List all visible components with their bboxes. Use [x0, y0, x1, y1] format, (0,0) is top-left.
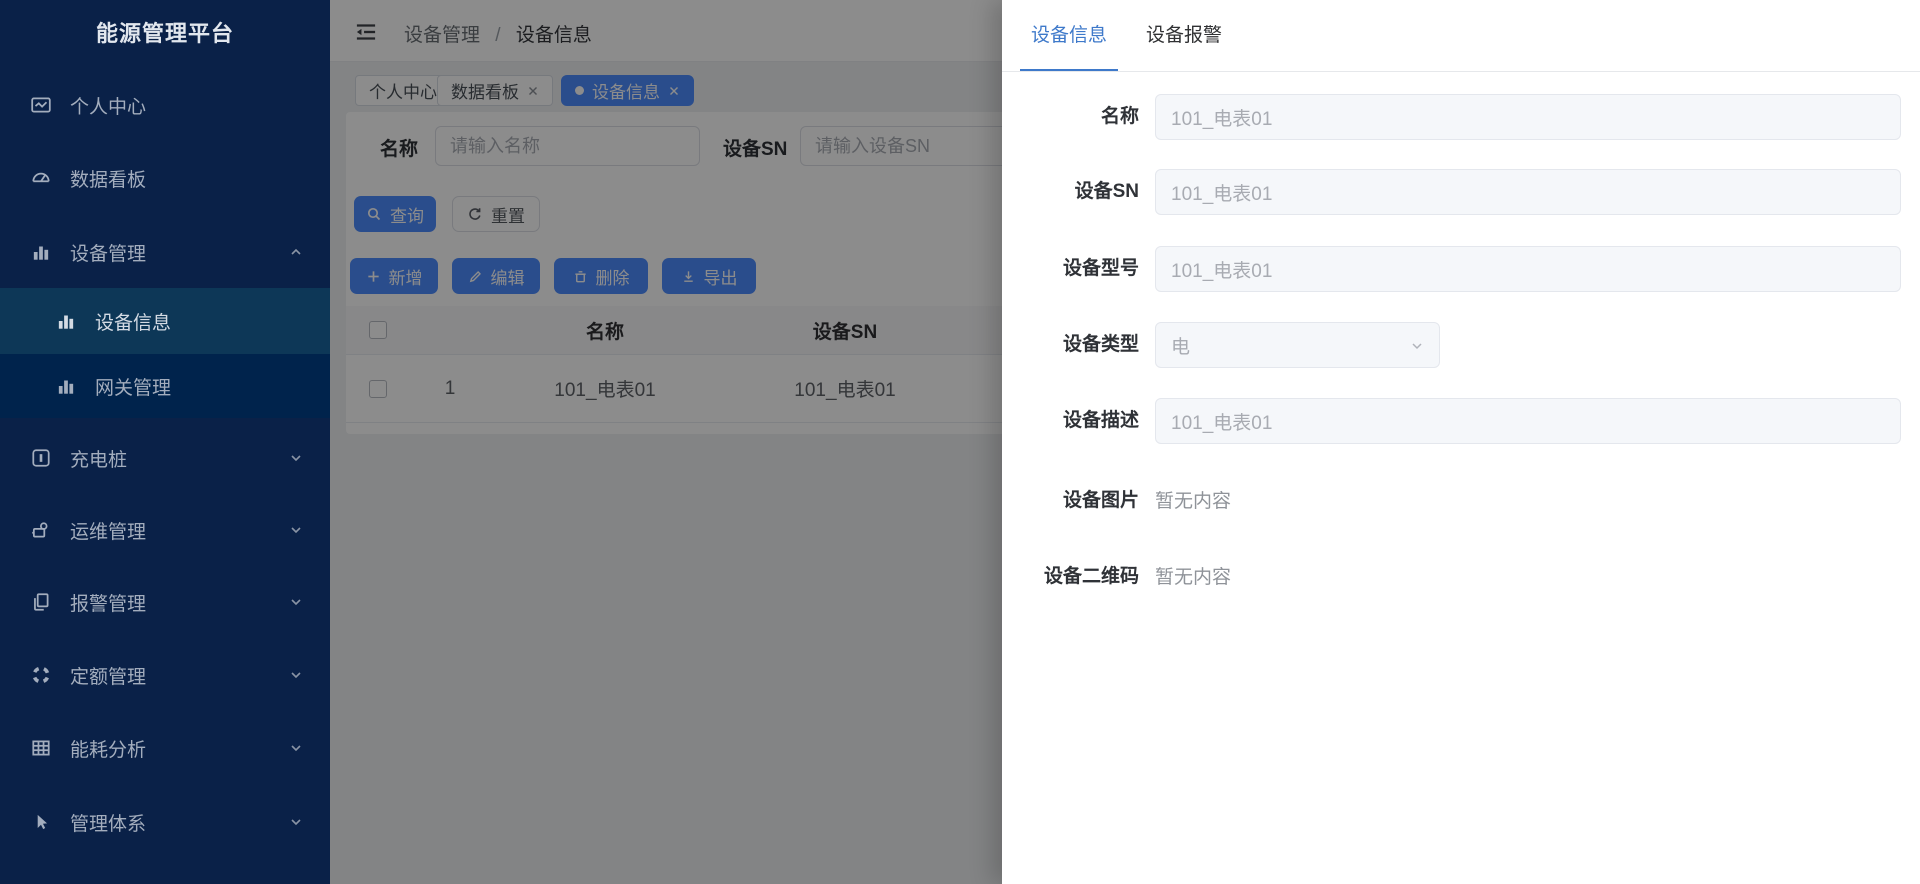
- image-empty-text: 暂无内容: [1155, 491, 1232, 512]
- sidebar-item-energy-analysis[interactable]: 能耗分析: [0, 720, 330, 776]
- drawer-tabs: 设备信息 设备报警: [1002, 0, 1920, 72]
- field-label-description: 设备描述: [1062, 410, 1139, 431]
- sidebar-item-label: 能耗分析: [70, 739, 147, 761]
- sidebar-item-ops-management[interactable]: 运维管理: [0, 502, 330, 558]
- sidebar-item-label: 数据看板: [70, 169, 147, 191]
- sidebar: 能源管理平台 个人中心 数据看板 设备管理 设备信息 网关管理 充电桩 运维管理…: [0, 0, 330, 884]
- ops-icon: [30, 519, 52, 541]
- name-field: [1155, 94, 1901, 140]
- type-select-value: 电: [1171, 336, 1191, 358]
- sidebar-item-label: 定额管理: [70, 666, 147, 688]
- sidebar-item-label: 报警管理: [70, 593, 147, 615]
- bar-chart-icon: [55, 310, 77, 332]
- field-label-sn: 设备SN: [1074, 181, 1139, 202]
- description-field: [1155, 398, 1901, 444]
- sidebar-item-gateway-management[interactable]: 网关管理: [0, 354, 330, 418]
- tab-device-alarm[interactable]: 设备报警: [1135, 0, 1233, 71]
- field-label-model: 设备型号: [1062, 258, 1139, 279]
- bar-chart-icon: [30, 241, 52, 263]
- sidebar-item-management-system[interactable]: 管理体系: [0, 794, 330, 850]
- sidebar-item-device-info[interactable]: 设备信息: [0, 288, 330, 354]
- qrcode-empty-text: 暂无内容: [1155, 567, 1232, 588]
- sidebar-item-data-dashboard[interactable]: 数据看板: [0, 150, 330, 206]
- sidebar-item-label: 运维管理: [70, 521, 147, 543]
- model-field: [1155, 246, 1901, 292]
- chevron-down-icon: [288, 740, 304, 756]
- chevron-down-icon: [288, 667, 304, 683]
- chevron-down-icon: [288, 594, 304, 610]
- tab-device-info[interactable]: 设备信息: [1020, 0, 1119, 71]
- field-label-type: 设备类型: [1062, 334, 1139, 355]
- sidebar-item-label: 网关管理: [95, 377, 172, 399]
- sidebar-item-device-management[interactable]: 设备管理: [0, 224, 330, 280]
- profile-icon: [30, 94, 52, 116]
- sidebar-item-label: 个人中心: [70, 96, 147, 118]
- sidebar-item-alarm-management[interactable]: 报警管理: [0, 574, 330, 630]
- chevron-down-icon: [288, 814, 304, 830]
- alarm-docs-icon: [30, 591, 52, 613]
- chevron-down-icon: [288, 522, 304, 538]
- sidebar-item-quota-management[interactable]: 定额管理: [0, 647, 330, 703]
- pointer-icon: [30, 811, 52, 833]
- sidebar-item-label: 管理体系: [70, 813, 147, 835]
- field-label-name: 名称: [1100, 106, 1139, 127]
- energy-grid-icon: [30, 737, 52, 759]
- device-detail-drawer: 设备信息 设备报警 名称 设备SN 设备型号 设备类型 电 设备描述 设备图片 …: [1002, 0, 1920, 884]
- chevron-down-icon: [1409, 338, 1425, 354]
- app-window: 能源管理平台 个人中心 数据看板 设备管理 设备信息 网关管理 充电桩 运维管理…: [0, 0, 1920, 884]
- bar-chart-icon: [55, 375, 77, 397]
- modal-mask[interactable]: [330, 0, 1002, 884]
- app-title: 能源管理平台: [95, 21, 234, 46]
- type-select: 电: [1155, 322, 1440, 368]
- quota-ring-icon: [30, 664, 52, 686]
- sidebar-item-charging-pile[interactable]: 充电桩: [0, 430, 330, 486]
- field-label-qrcode: 设备二维码: [1043, 566, 1139, 587]
- chevron-up-icon: [288, 244, 304, 260]
- sidebar-item-label: 充电桩: [70, 449, 128, 471]
- charging-pile-icon: [30, 447, 52, 469]
- field-label-image: 设备图片: [1062, 490, 1139, 511]
- sidebar-item-label: 设备信息: [95, 312, 172, 334]
- chevron-down-icon: [288, 450, 304, 466]
- sn-field: [1155, 169, 1901, 215]
- sidebar-item-label: 设备管理: [70, 243, 147, 265]
- sidebar-item-personal-center[interactable]: 个人中心: [0, 77, 330, 133]
- dashboard-icon: [30, 167, 52, 189]
